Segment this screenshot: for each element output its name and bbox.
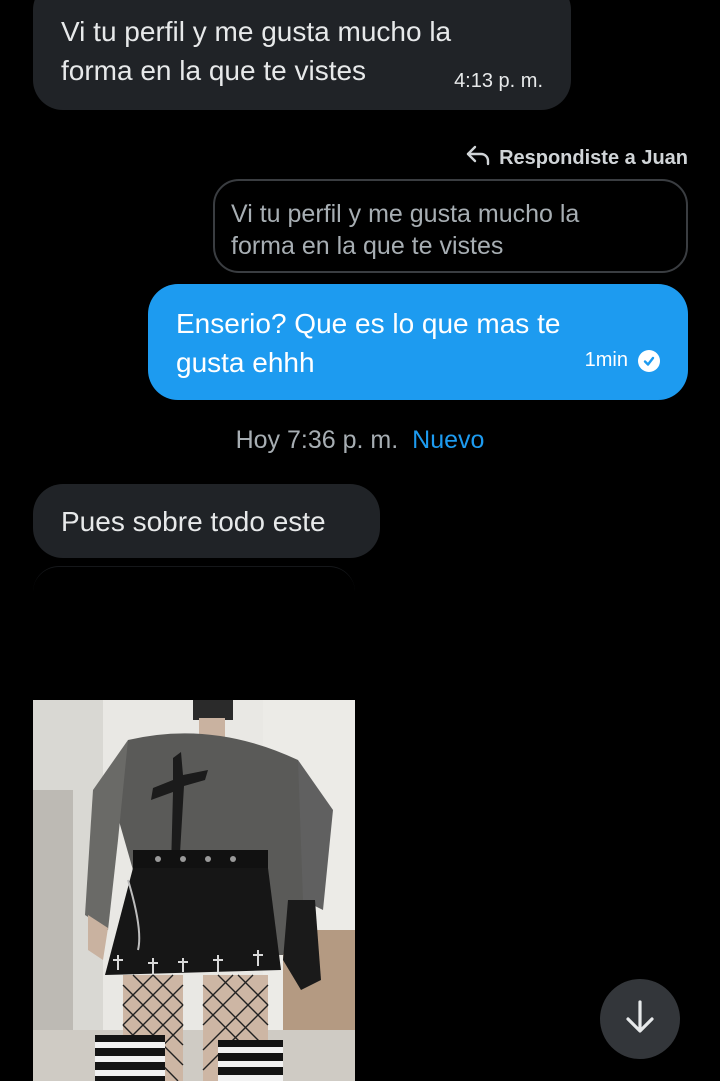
reply-context-label: Respondiste a Juan <box>465 145 688 171</box>
outgoing-message-bubble[interactable]: Enserio? Que es lo que mas te gusta ehhh… <box>148 284 688 400</box>
scroll-to-bottom-button[interactable] <box>600 979 680 1059</box>
reply-context-text: Respondiste a Juan <box>499 146 688 169</box>
quoted-message[interactable]: Vi tu perfil y me gusta mucho la forma e… <box>213 179 688 273</box>
media-container-edge <box>33 566 355 606</box>
new-messages-label: Nuevo <box>412 426 485 454</box>
read-check-icon <box>638 349 660 372</box>
message-text-line: Enserio? Que es lo que mas te <box>176 308 561 339</box>
message-text-line: Vi tu perfil y me gusta mucho la <box>61 16 452 47</box>
incoming-message-bubble[interactable]: Pues sobre todo este <box>33 484 380 558</box>
message-timestamp: 1min <box>584 349 628 371</box>
quoted-text-line: forma en la que te vistes <box>231 232 504 260</box>
arrow-down-icon <box>623 998 657 1041</box>
message-text: Pues sobre todo este <box>61 506 326 537</box>
date-divider: Hoy 7:36 p. m. Nuevo <box>0 426 720 455</box>
incoming-message-bubble[interactable]: Vi tu perfil y me gusta mucho la forma e… <box>33 0 571 110</box>
reply-arrow-icon <box>465 144 491 172</box>
message-meta: 1min <box>585 341 660 380</box>
divider-timestamp: Hoy 7:36 p. m. <box>235 426 399 454</box>
message-photo[interactable] <box>33 700 355 1081</box>
quoted-text-line: Vi tu perfil y me gusta mucho la <box>231 200 580 228</box>
message-timestamp: 4:13 p. m. <box>454 70 543 92</box>
